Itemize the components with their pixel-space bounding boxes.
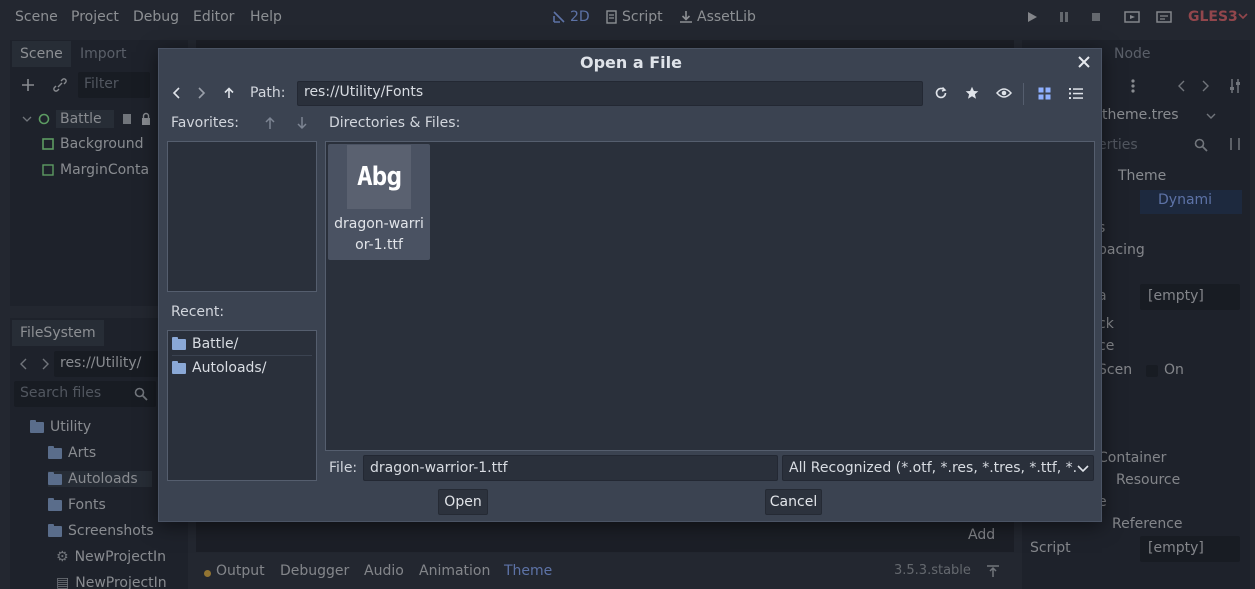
folder-icon [172, 336, 186, 350]
recent-label: Recent: [171, 304, 225, 320]
font-preview-text: Abg [357, 162, 402, 192]
file-filter-value: All Recognized (*.otf, *.res, *.tres, *.… [789, 460, 1078, 476]
path-label: Path: [250, 85, 286, 101]
recent-item-label: Battle/ [192, 336, 239, 352]
refresh-icon [935, 86, 947, 99]
recent-item-battle[interactable]: Battle/ [172, 336, 312, 356]
arrow-up-icon [224, 87, 234, 98]
chevron-down-icon [1077, 464, 1089, 473]
forward-button[interactable] [189, 81, 213, 105]
file-filter-select[interactable]: All Recognized (*.otf, *.res, *.tres, *.… [782, 455, 1094, 481]
file-name-value: dragon-warrior-1.ttf [370, 460, 508, 476]
open-button[interactable]: Open [438, 489, 488, 515]
folder-icon [172, 360, 186, 374]
path-value: res://Utility/Fonts [304, 84, 424, 100]
file-name-input[interactable]: dragon-warrior-1.ttf [363, 455, 778, 481]
toggle-hidden-button[interactable] [992, 81, 1016, 105]
cancel-button[interactable]: Cancel [765, 489, 822, 515]
eye-icon [996, 88, 1012, 98]
close-icon [1078, 56, 1090, 68]
cancel-button-label: Cancel [769, 494, 818, 510]
list-view-button[interactable] [1064, 81, 1088, 105]
back-icon [172, 87, 180, 99]
recent-list[interactable]: Battle/ Autoloads/ [167, 330, 317, 481]
toolbar-separator [1023, 83, 1024, 105]
grid-view-icon [1038, 87, 1050, 99]
font-preview-thumbnail: Abg [347, 145, 411, 209]
file-tile-dragon-warrior[interactable]: Abg dragon-warri or-1.ttf [328, 144, 430, 260]
recent-item-label: Autoloads/ [192, 360, 267, 376]
favorite-button[interactable] [960, 81, 984, 105]
file-label: File: [329, 460, 358, 476]
close-button[interactable] [1073, 51, 1095, 73]
move-up-icon[interactable] [264, 116, 276, 130]
list-view-icon [1069, 87, 1083, 99]
recent-item-autoloads[interactable]: Autoloads/ [172, 360, 266, 376]
path-input[interactable]: res://Utility/Fonts [297, 81, 923, 106]
files-grid[interactable]: Abg dragon-warri or-1.ttf [325, 141, 1095, 451]
file-name-line2: or-1.ttf [355, 237, 403, 253]
star-icon [965, 86, 979, 99]
forward-icon [198, 87, 206, 99]
file-name-line1: dragon-warri [334, 216, 424, 232]
back-button[interactable] [165, 81, 189, 105]
grid-view-button[interactable] [1032, 81, 1056, 105]
directories-files-label: Directories & Files: [329, 115, 461, 131]
open-file-dialog: Open a File Path: res://Utility/Fonts Fa… [158, 48, 1102, 522]
favorites-label: Favorites: [171, 115, 239, 131]
parent-dir-button[interactable] [217, 81, 241, 105]
move-down-icon[interactable] [296, 116, 308, 130]
dialog-title: Open a File [580, 53, 682, 72]
file-tile-name: dragon-warri or-1.ttf [328, 214, 430, 256]
open-button-label: Open [444, 494, 482, 510]
favorites-list[interactable] [167, 141, 317, 292]
refresh-button[interactable] [929, 81, 953, 105]
